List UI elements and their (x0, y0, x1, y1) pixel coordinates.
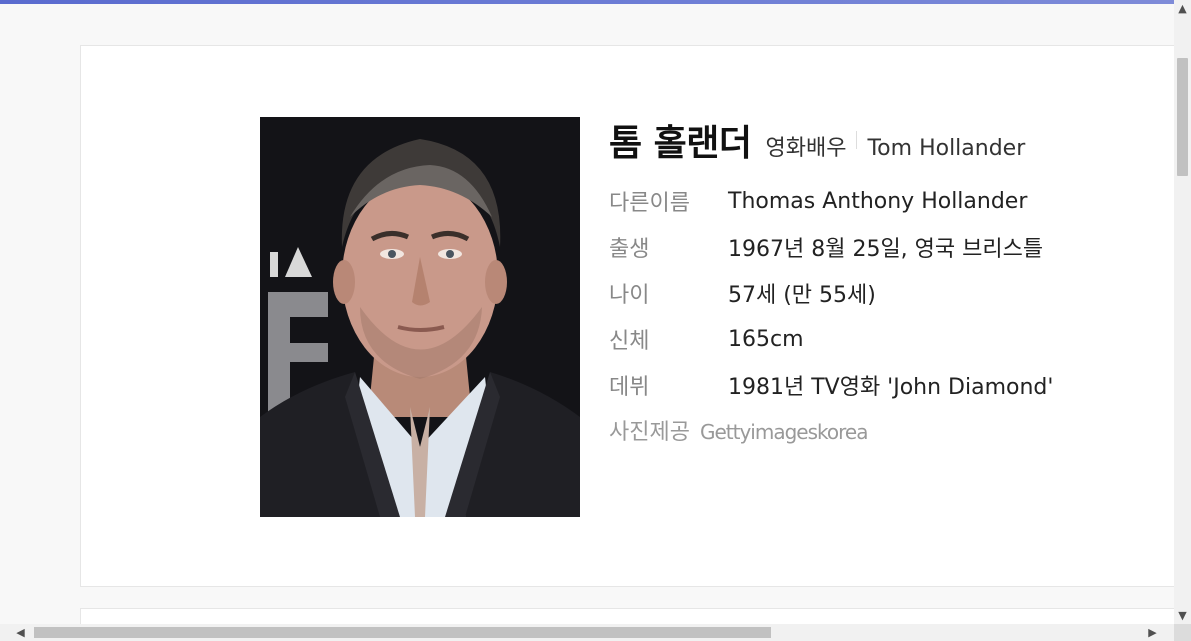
scroll-right-icon[interactable]: ▶ (1144, 624, 1161, 641)
profile-info: 톰 홀랜더 영화배우 Tom Hollander 다른이름 Thomas Ant… (609, 114, 1169, 446)
detail-row-debut: 데뷔 1981년 TV영화 'John Diamond' (609, 362, 1169, 408)
detail-label: 데뷔 (609, 375, 650, 400)
detail-label: 나이 (609, 283, 650, 308)
detail-row-alias: 다른이름 Thomas Anthony Hollander (609, 178, 1169, 224)
scroll-left-icon[interactable]: ◀ (12, 624, 29, 641)
profile-name-row: 톰 홀랜더 영화배우 Tom Hollander (609, 114, 1169, 166)
detail-label: 신체 (609, 329, 650, 354)
scrollbar-corner (1174, 624, 1191, 641)
detail-value: 165cm (728, 326, 804, 352)
photo-credit: 사진제공 Gettyimageskorea (609, 414, 1169, 446)
vertical-scroll-thumb[interactable] (1177, 58, 1188, 176)
profile-photo (260, 117, 580, 517)
profile-occupation: 영화배우 (765, 136, 847, 161)
vertical-scrollbar[interactable]: ▲ ▼ (1174, 0, 1191, 624)
detail-value: Thomas Anthony Hollander (728, 188, 1028, 214)
name-divider (856, 131, 858, 149)
detail-value: 1967년 8월 25일, 영국 브리스틀 (728, 237, 1044, 262)
horizontal-scrollbar[interactable]: ◀ ▶ (0, 624, 1174, 641)
scroll-down-icon[interactable]: ▼ (1174, 607, 1191, 624)
detail-value: 1981년 TV영화 'John Diamond' (728, 375, 1054, 400)
detail-label: 출생 (609, 237, 650, 262)
scroll-up-icon[interactable]: ▲ (1174, 0, 1191, 17)
horizontal-scroll-thumb[interactable] (34, 627, 771, 638)
detail-label: 다른이름 (609, 191, 690, 216)
detail-row-age: 나이 57세 (만 55세) (609, 270, 1169, 316)
detail-row-body: 신체 165cm (609, 316, 1169, 362)
page-top-accent-bar (0, 0, 1174, 4)
photo-credit-label: 사진제공 (609, 420, 690, 445)
detail-value: 57세 (만 55세) (728, 283, 876, 308)
photo-credit-source: Gettyimageskorea (699, 420, 868, 444)
profile-name-english: Tom Hollander (867, 136, 1026, 161)
profile-name-korean: 톰 홀랜더 (609, 123, 752, 164)
profile-details: 다른이름 Thomas Anthony Hollander 출생 1967년 8… (609, 178, 1169, 408)
detail-row-birth: 출생 1967년 8월 25일, 영국 브리스틀 (609, 224, 1169, 270)
